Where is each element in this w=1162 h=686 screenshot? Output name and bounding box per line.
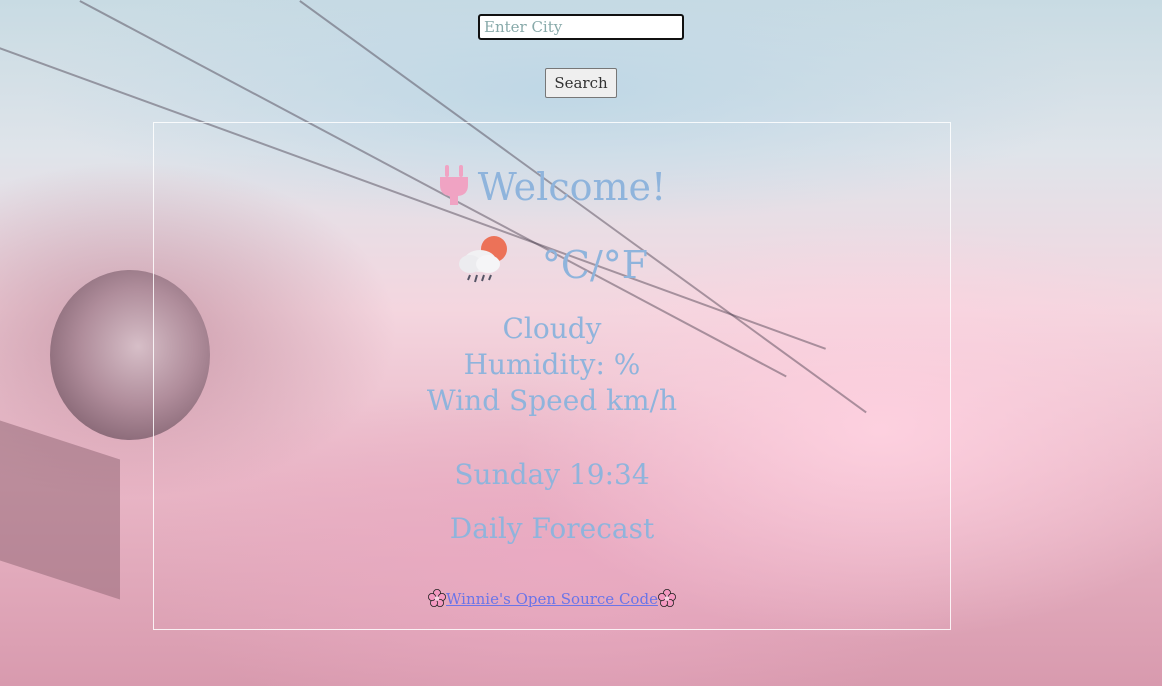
sun-behind-rain-cloud-icon — [456, 233, 512, 304]
cherry-blossom-icon — [657, 589, 676, 612]
date-time: Sunday 19:34 — [454, 458, 650, 491]
cherry-blossom-icon — [428, 589, 447, 612]
weather-card: Welcome! °C/°F Cloudy Humidity: % Wind S… — [153, 122, 951, 630]
search-button-row: Search — [0, 68, 1162, 98]
welcome-heading: Welcome! — [154, 163, 950, 216]
wind-speed-text: Wind Speed km/h — [426, 384, 678, 417]
source-code-link-text: Winnie's Open Source Code — [446, 590, 658, 608]
temperature-row: °C/°F — [154, 233, 950, 304]
humidity-text: Humidity: % — [463, 348, 641, 381]
footer: Winnie's Open Source Code — [154, 589, 950, 612]
building-wall — [0, 420, 120, 600]
weather-description: Cloudy — [502, 312, 602, 345]
city-search-input[interactable] — [478, 14, 684, 40]
temperature-units: °C/°F — [541, 243, 649, 287]
welcome-text: Welcome! — [477, 165, 667, 209]
daily-forecast-title: Daily Forecast — [449, 512, 655, 545]
source-code-link[interactable]: Winnie's Open Source Code — [428, 589, 676, 608]
search-bar — [0, 14, 1162, 40]
search-button[interactable]: Search — [545, 68, 617, 98]
plug-icon — [438, 165, 470, 216]
